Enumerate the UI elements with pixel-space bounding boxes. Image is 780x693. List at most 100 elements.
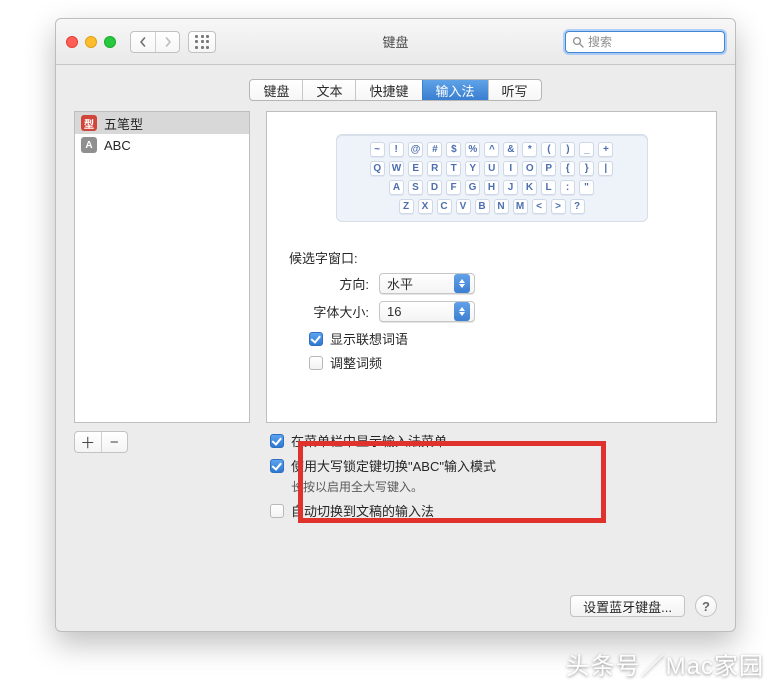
font-size-select[interactable]: 16 [379, 301, 475, 322]
help-button[interactable]: ? [695, 595, 717, 617]
keyboard-key: A [389, 180, 404, 195]
keyboard-key: S [408, 180, 423, 195]
keyboard-key: } [579, 161, 594, 176]
tabs-container: 键盘文本快捷键输入法听写 [56, 65, 735, 111]
input-source-badge: 型 [81, 115, 97, 131]
keyboard-key: ( [541, 142, 556, 157]
grid-icon [195, 35, 209, 49]
keyboard-key: ? [570, 199, 585, 214]
adjust-freq-label: 调整词频 [330, 353, 382, 372]
keyboard-key: : [560, 180, 575, 195]
updown-arrows-icon [454, 302, 470, 321]
show-predictions-checkbox[interactable]: 显示联想词语 [309, 329, 694, 348]
keyboard-key: H [484, 180, 499, 195]
keyboard-key: X [418, 199, 433, 214]
add-button[interactable]: ＋ [75, 432, 101, 452]
input-source-item[interactable]: AABC [75, 134, 249, 156]
keyboard-key: M [513, 199, 528, 214]
keyboard-key: $ [446, 142, 461, 157]
window-toolbar: 键盘 搜索 [56, 19, 735, 65]
input-source-item[interactable]: 型五笔型 [75, 112, 249, 134]
keyboard-key: > [551, 199, 566, 214]
keyboard-key: Q [370, 161, 385, 176]
keyboard-key: K [522, 180, 537, 195]
watermark: 头条号／Mac家园 [566, 646, 764, 681]
keyboard-key: L [541, 180, 556, 195]
global-options: 在菜单栏中显示输入法菜单 使用大写锁定键切换"ABC"输入模式 长按以启用全大写… [266, 431, 717, 526]
direction-label: 方向: [307, 274, 379, 293]
auto-switch-checkbox[interactable]: 自动切换到文稿的输入法 [270, 501, 717, 520]
keyboard-key: U [484, 161, 499, 176]
keyboard-key: W [389, 161, 404, 176]
tab-文本[interactable]: 文本 [302, 80, 355, 100]
keyboard-key: ) [560, 142, 575, 157]
show-all-button[interactable] [188, 31, 216, 53]
checkbox-icon [270, 459, 284, 473]
tabs: 键盘文本快捷键输入法听写 [249, 79, 541, 101]
keyboard-key: ~ [370, 142, 385, 157]
keyboard-key: R [427, 161, 442, 176]
add-remove-control: ＋ − [74, 431, 128, 453]
input-source-badge: A [81, 137, 97, 153]
search-placeholder: 搜索 [588, 33, 612, 50]
direction-value: 水平 [387, 274, 413, 293]
keyboard-key: { [560, 161, 575, 176]
caps-switch-label: 使用大写锁定键切换"ABC"输入模式 [291, 456, 496, 475]
font-size-label: 字体大小: [307, 302, 379, 321]
keyboard-key: O [522, 161, 537, 176]
keyboard-key: ! [389, 142, 404, 157]
font-size-value: 16 [387, 304, 401, 319]
keyboard-key: T [446, 161, 461, 176]
keyboard-key: C [437, 199, 452, 214]
keyboard-key: V [456, 199, 471, 214]
candidate-window-title: 候选字窗口: [289, 248, 694, 267]
updown-arrows-icon [454, 274, 470, 293]
keyboard-key: < [532, 199, 547, 214]
remove-button[interactable]: − [101, 432, 128, 452]
adjust-freq-checkbox[interactable]: 调整词频 [309, 353, 694, 372]
checkbox-icon [270, 504, 284, 518]
close-icon[interactable] [66, 36, 78, 48]
keyboard-key: E [408, 161, 423, 176]
minimize-icon[interactable] [85, 36, 97, 48]
keyboard-key: P [541, 161, 556, 176]
keyboard-key: @ [408, 142, 424, 157]
traffic-lights [66, 36, 116, 48]
search-input[interactable]: 搜索 [565, 31, 725, 53]
show-predictions-label: 显示联想词语 [330, 329, 408, 348]
right-column: ~!@#$%^&*()_+QWERTYUIOP{}|ASDFGHJKL:"ZXC… [266, 111, 717, 585]
keyboard-row: ZXCVBNM<>? [344, 199, 640, 214]
zoom-icon[interactable] [104, 36, 116, 48]
input-source-label: 五笔型 [104, 114, 143, 133]
keyboard-key: D [427, 180, 442, 195]
keyboard-key: B [475, 199, 490, 214]
main-content: 型五笔型AABC ＋ − ~!@#$%^&*()_+QWERTYUIOP{}|A… [56, 111, 735, 585]
bluetooth-keyboard-button[interactable]: 设置蓝牙键盘... [570, 595, 685, 617]
nav-back-forward [130, 31, 180, 53]
left-column: 型五笔型AABC ＋ − [74, 111, 250, 585]
direction-select[interactable]: 水平 [379, 273, 475, 294]
caps-switch-checkbox[interactable]: 使用大写锁定键切换"ABC"输入模式 [270, 456, 717, 475]
keyboard-key: ^ [484, 142, 499, 157]
search-icon [572, 36, 584, 48]
footer: 设置蓝牙键盘... ? [56, 585, 735, 631]
keyboard-key: G [465, 180, 480, 195]
back-button[interactable] [131, 32, 155, 52]
caps-switch-note: 长按以启用全大写键入。 [291, 478, 717, 495]
keyboard-row: ~!@#$%^&*()_+ [344, 142, 640, 157]
auto-switch-label: 自动切换到文稿的输入法 [291, 501, 434, 520]
show-input-menu-checkbox[interactable]: 在菜单栏中显示输入法菜单 [270, 431, 717, 450]
keyboard-key: " [579, 180, 594, 195]
input-source-list[interactable]: 型五笔型AABC [74, 111, 250, 423]
keyboard-key: Z [399, 199, 414, 214]
keyboard-key: & [503, 142, 518, 157]
tab-输入法[interactable]: 输入法 [422, 80, 488, 100]
keyboard-row: ASDFGHJKL:" [344, 180, 640, 195]
tab-键盘[interactable]: 键盘 [250, 80, 302, 100]
tab-听写[interactable]: 听写 [488, 80, 541, 100]
forward-button[interactable] [155, 32, 179, 52]
input-source-detail: ~!@#$%^&*()_+QWERTYUIOP{}|ASDFGHJKL:"ZXC… [266, 111, 717, 423]
show-input-menu-label: 在菜单栏中显示输入法菜单 [291, 431, 447, 450]
tab-快捷键[interactable]: 快捷键 [355, 80, 421, 100]
keyboard-key: | [598, 161, 613, 176]
